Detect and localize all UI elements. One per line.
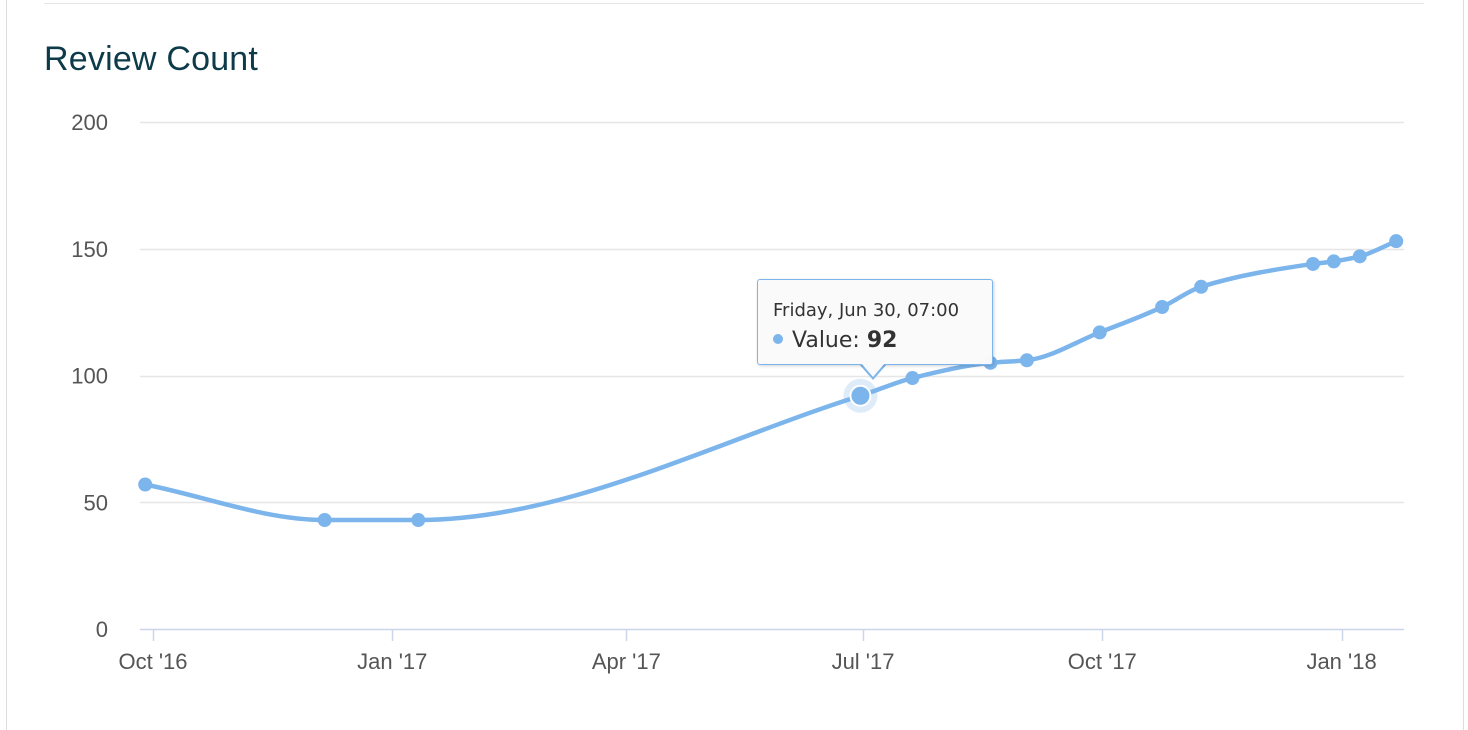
tooltip-arrow-inner <box>861 363 885 377</box>
data-point[interactable] <box>1155 300 1170 315</box>
x-axis <box>140 628 1404 641</box>
tooltip-label: Value <box>792 328 853 353</box>
x-tick-label: Jul '17 <box>832 649 895 674</box>
y-axis-labels: 0 50 100 150 200 <box>71 110 108 642</box>
data-point[interactable] <box>317 512 332 527</box>
data-point[interactable] <box>1194 279 1209 294</box>
tooltip-colon: : <box>852 328 867 353</box>
data-point[interactable] <box>1019 353 1034 368</box>
line-chart: 0 50 100 150 200 Oct '16 Jan '17 Apr '17 Jul '1… <box>71 110 1404 674</box>
tooltip-value: 92 <box>866 328 898 353</box>
chart-card: Review Count 0 50 100 150 200 Oct '16 Jan '17… <box>0 0 1468 730</box>
tooltip-row: Value: 92 <box>773 328 897 353</box>
x-axis-labels: Oct '16 Jan '17 Apr '17 Jul '17 Oct '17 Jan '… <box>118 649 1376 674</box>
x-tick-label: Oct '16 <box>118 649 187 674</box>
y-tick-label: 50 <box>84 490 108 515</box>
hovered-point <box>843 378 878 413</box>
data-point[interactable] <box>1092 325 1107 340</box>
data-point[interactable] <box>1352 249 1367 264</box>
data-point[interactable] <box>905 371 920 386</box>
hovered-data-point[interactable] <box>849 384 872 407</box>
y-tick-label: 200 <box>71 110 108 135</box>
data-point[interactable] <box>1389 234 1404 249</box>
data-point[interactable] <box>411 512 426 527</box>
tooltip: Friday, Jun 30, 07:00 Value: 92 <box>757 279 993 365</box>
x-tick-label: Jan '18 <box>1306 649 1376 674</box>
x-tick-label: Apr '17 <box>592 649 661 674</box>
data-point[interactable] <box>138 477 153 492</box>
y-tick-label: 0 <box>96 617 108 642</box>
series-dot-icon <box>773 334 783 344</box>
y-tick-label: 100 <box>71 364 108 389</box>
x-tick-label: Jan '17 <box>357 649 427 674</box>
tooltip-header: Friday, Jun 30, 07:00 <box>773 300 960 321</box>
x-tick-label: Oct '17 <box>1068 649 1137 674</box>
y-tick-label: 150 <box>71 237 108 262</box>
data-point[interactable] <box>1326 254 1341 269</box>
data-point[interactable] <box>1305 256 1320 271</box>
